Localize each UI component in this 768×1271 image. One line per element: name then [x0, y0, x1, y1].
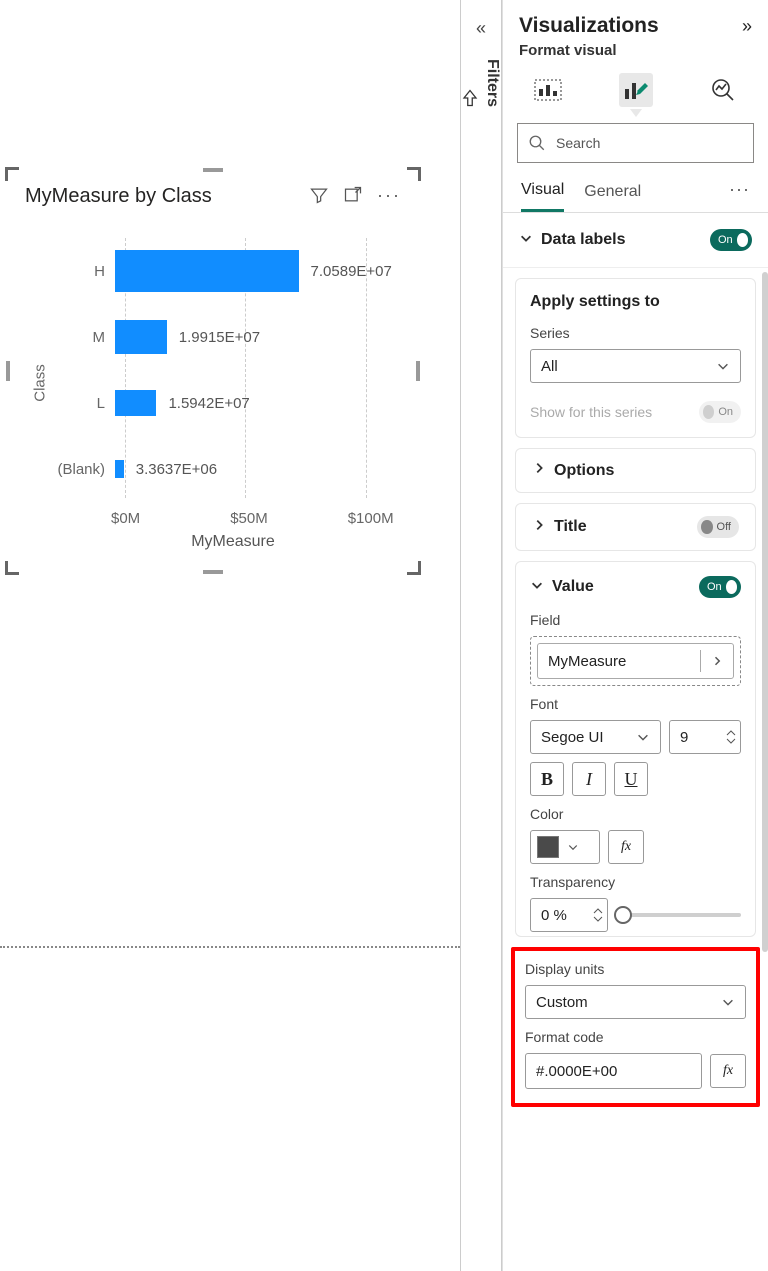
tab-general[interactable]: General — [584, 175, 641, 211]
bar-row: (Blank) 3.3637E+06 — [25, 436, 401, 502]
format-code-input[interactable]: #.0000E+00 — [525, 1053, 702, 1089]
category-label: M — [25, 329, 115, 346]
category-label: (Blank) — [25, 461, 115, 478]
format-visual-icon[interactable] — [619, 73, 653, 107]
data-label: 3.3637E+06 — [136, 461, 217, 478]
apply-settings-title: Apply settings to — [530, 293, 741, 311]
data-label: 7.0589E+07 — [311, 263, 392, 280]
transparency-slider[interactable] — [618, 913, 741, 917]
bar-row: H 7.0589E+07 — [25, 238, 401, 304]
chevron-right-icon[interactable] — [532, 461, 546, 480]
title-section[interactable]: Title — [554, 518, 587, 536]
data-labels-toggle[interactable]: On — [710, 229, 752, 251]
italic-button[interactable]: I — [572, 762, 606, 796]
bar[interactable] — [115, 250, 299, 292]
value-section-title[interactable]: Value — [552, 578, 594, 596]
field-dropdown[interactable]: MyMeasure — [537, 643, 734, 679]
filters-pane-collapsed[interactable]: « Filters — [460, 0, 502, 1271]
x-axis-title: MyMeasure — [65, 533, 401, 551]
visualizations-title: Visualizations — [519, 14, 659, 38]
transparency-label: Transparency — [530, 874, 741, 890]
data-label: 1.9915E+07 — [179, 329, 260, 346]
display-units-dropdown[interactable]: Custom — [525, 985, 746, 1019]
format-visual-subtitle: Format visual — [503, 42, 768, 67]
analytics-icon[interactable] — [706, 73, 740, 107]
x-tick: $0M — [111, 510, 140, 527]
bar[interactable] — [115, 320, 167, 354]
fx-button[interactable]: fx — [608, 830, 644, 864]
chevron-down-icon[interactable] — [530, 578, 544, 597]
category-label: H — [25, 263, 115, 280]
chart-visual[interactable]: MyMeasure by Class ··· Class H 7.0589E+07… — [8, 170, 418, 572]
chart-title: MyMeasure by Class — [25, 185, 212, 208]
format-code-label: Format code — [525, 1029, 746, 1045]
more-options-icon[interactable]: ··· — [377, 185, 401, 208]
data-labels-title[interactable]: Data labels — [541, 231, 625, 249]
font-size-input[interactable]: 9 — [669, 720, 741, 754]
chevron-down-icon[interactable] — [519, 231, 533, 250]
chevron-right-icon[interactable] — [532, 518, 546, 537]
focus-mode-icon[interactable] — [343, 185, 363, 208]
series-label: Series — [530, 325, 741, 341]
display-units-label: Display units — [525, 961, 746, 977]
highlighted-region: Display units Custom Format code #.0000E… — [511, 947, 760, 1107]
filters-label: Filters — [483, 59, 501, 107]
color-picker[interactable] — [530, 830, 600, 864]
options-title[interactable]: Options — [554, 462, 614, 480]
bar[interactable] — [115, 390, 156, 416]
field-label: Field — [530, 612, 741, 628]
tabs-more-icon[interactable]: ··· — [729, 179, 750, 206]
transparency-input[interactable]: 0 % — [530, 898, 608, 932]
font-label: Font — [530, 696, 741, 712]
font-dropdown[interactable]: Segoe UI — [530, 720, 661, 754]
page-break — [0, 946, 460, 948]
series-dropdown[interactable]: All — [530, 349, 741, 383]
title-toggle[interactable]: Off — [697, 516, 739, 538]
x-tick: $50M — [230, 510, 268, 527]
filter-pane-icon — [461, 89, 479, 107]
tab-visual[interactable]: Visual — [521, 173, 564, 212]
show-series-toggle: On — [699, 401, 741, 423]
spinner-icon[interactable] — [593, 908, 603, 922]
search-input[interactable]: Search — [517, 123, 754, 163]
spinner-icon[interactable] — [726, 730, 736, 744]
y-axis-title: Class — [31, 364, 48, 402]
scrollbar[interactable] — [762, 272, 768, 952]
expand-filters-icon[interactable]: « — [461, 18, 501, 39]
bar-row: L1.5942E+07 — [25, 370, 401, 436]
collapse-panel-icon[interactable]: » — [742, 16, 752, 37]
data-label: 1.5942E+07 — [168, 395, 249, 412]
bar[interactable] — [115, 460, 124, 478]
fx-button[interactable]: fx — [710, 1054, 746, 1088]
bar-row: M 1.9915E+07 — [25, 304, 401, 370]
color-label: Color — [530, 806, 741, 822]
bold-button[interactable]: B — [530, 762, 564, 796]
show-series-label: Show for this series — [530, 404, 652, 420]
underline-button[interactable]: U — [614, 762, 648, 796]
search-placeholder: Search — [556, 135, 600, 151]
build-visual-icon[interactable] — [531, 73, 565, 107]
filter-icon[interactable] — [309, 185, 329, 208]
x-tick: $100M — [348, 510, 394, 527]
value-toggle[interactable]: On — [699, 576, 741, 598]
